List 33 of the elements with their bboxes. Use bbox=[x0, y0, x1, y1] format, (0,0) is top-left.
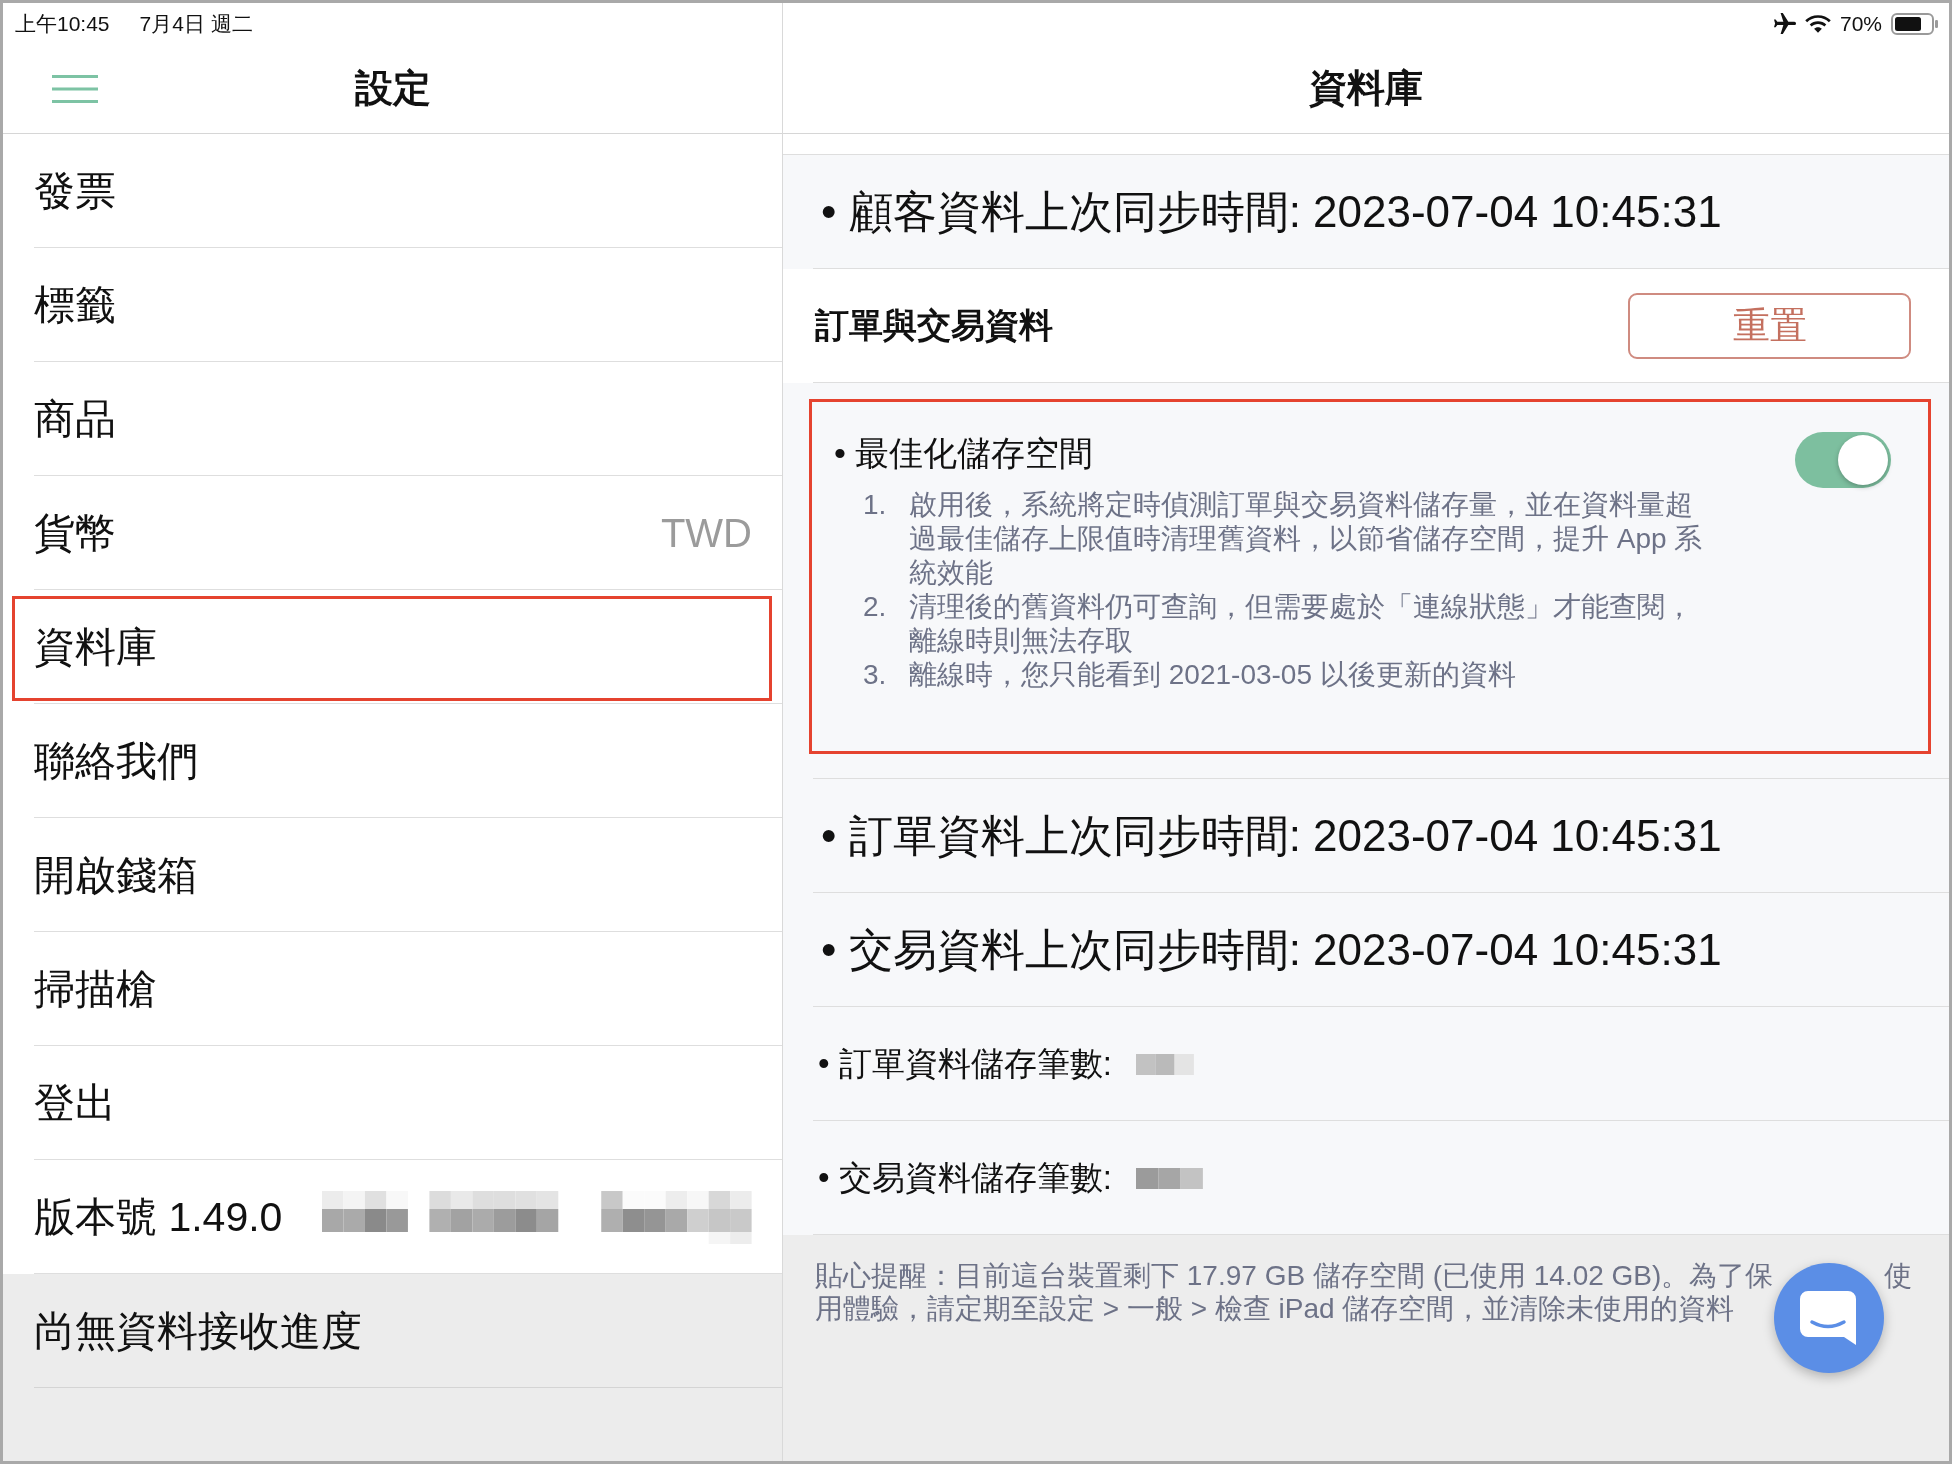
note-text: 離線時，您只能看到 2021-03-05 以後更新的資料 bbox=[909, 658, 1517, 692]
note-number: 1. bbox=[863, 488, 888, 522]
record-count-label: • 交易資料儲存筆數: bbox=[818, 1157, 1112, 1198]
sync-progress-text: 尚無資料接收進度 bbox=[34, 1306, 362, 1356]
option-title: • 最佳化儲存空間 bbox=[834, 433, 1094, 474]
pixelated-redaction bbox=[1135, 1167, 1203, 1189]
sync-time-text: • 顧客資料上次同步時間: 2023-07-04 10:45:31 bbox=[821, 185, 1722, 238]
record-count-label: • 訂單資料儲存筆數: bbox=[818, 1043, 1112, 1084]
battery-icon bbox=[1891, 12, 1939, 35]
note-number: 2. bbox=[863, 590, 888, 624]
reset-button[interactable]: 重置 bbox=[1628, 293, 1911, 359]
sync-time-text: • 訂單資料上次同步時間: 2023-07-04 10:45:31 bbox=[821, 809, 1722, 862]
chat-button[interactable] bbox=[1773, 1263, 1884, 1373]
status-date: 7月4日 週二 bbox=[139, 10, 253, 37]
note-number: 3. bbox=[863, 658, 888, 692]
currency-value: TWD bbox=[660, 510, 752, 556]
status-time: 上午10:45 bbox=[15, 10, 110, 37]
note-text: 清理後的舊資料仍可查詢，但需要處於「連線狀態」才能查閱，離線時則無法存取 bbox=[909, 590, 1694, 658]
airplane-icon bbox=[1773, 12, 1796, 35]
note-text: 啟用後，系統將定時偵測訂單與交易資料儲存量，並在資料量超過最佳儲存上限值時清理舊資料，以節省儲存空間，提升 App 系統效能 bbox=[909, 488, 1704, 590]
battery-percent: 70% bbox=[1839, 11, 1882, 36]
tip-text: 使 bbox=[1884, 1259, 1912, 1292]
section-title: 訂單與交易資料 bbox=[815, 305, 1053, 346]
pixelated-redaction bbox=[1135, 1053, 1194, 1075]
wifi-icon bbox=[1804, 13, 1831, 34]
sidebar-title: 設定 bbox=[354, 66, 431, 111]
chat-bubble-icon bbox=[1799, 1291, 1858, 1345]
menu-icon[interactable] bbox=[52, 74, 98, 103]
page-title: 資料庫 bbox=[1309, 66, 1423, 111]
sync-time-text: • 交易資料上次同步時間: 2023-07-04 10:45:31 bbox=[821, 923, 1722, 976]
toggle-switch[interactable] bbox=[1795, 432, 1891, 488]
tip-text: 貼心提醒：目前這台裝置剩下 17.97 GB 儲存空間 (已使用 14.02 GB)。為了保 bbox=[815, 1259, 1774, 1292]
tip-text: 用體驗，請定期至設定 > 一般 > 檢查 iPad 儲存空間，並清除未使用的資料 bbox=[815, 1292, 1735, 1325]
